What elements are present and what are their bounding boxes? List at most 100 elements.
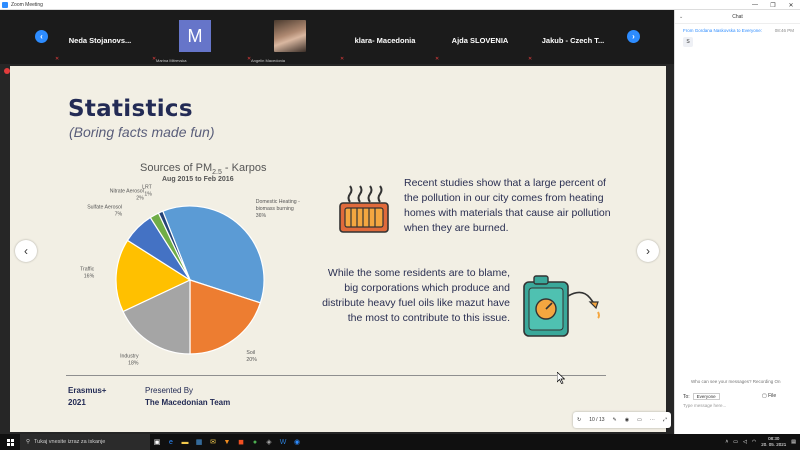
pie-slice-value: 20% <box>246 357 257 363</box>
maximize-button[interactable]: ❐ <box>764 0 782 10</box>
office-icon[interactable]: ◼ <box>234 434 248 450</box>
chat-visibility-note[interactable]: Who can see your messages? Recording On <box>691 379 781 384</box>
slide-subtitle: (Boring facts made fun) <box>69 124 215 140</box>
wifi-icon[interactable]: ◠ <box>752 439 756 445</box>
slide-paragraph-fuel: While the some residents are to blame, b… <box>322 267 510 324</box>
mic-muted-icon: ✕ <box>55 56 60 62</box>
chat-header: ⌄ Chat <box>675 10 800 24</box>
presentation-slide: Statistics (Boring facts made fun) Sourc… <box>10 66 671 432</box>
network-icon[interactable]: ▭ <box>733 439 738 445</box>
broadcast-icon[interactable]: ◉ <box>625 417 629 423</box>
strip-next-button[interactable]: › <box>627 30 640 43</box>
taskbar-clock[interactable]: 08:30 20. 05. 2021 <box>761 436 786 448</box>
shared-screen: Statistics (Boring facts made fun) Sourc… <box>0 64 674 434</box>
pie-slice-value: 16% <box>84 273 95 279</box>
slide-title: Statistics <box>68 96 193 122</box>
chat-message-time: 08:46 PM <box>774 28 794 33</box>
footer-presented-by: Presented By <box>145 386 194 395</box>
pie-slice-value: 2% <box>136 195 144 201</box>
file-icon: ▢ <box>762 393 767 399</box>
chat-message-body: S <box>683 37 693 47</box>
zoom-app-icon <box>2 1 8 8</box>
pie-slice-value: 18% <box>128 361 139 367</box>
chat-message-sender: From Gordana Naskovska to Everyone: <box>683 28 763 33</box>
pie-slice-value: 36% <box>256 213 267 219</box>
taskbar-search[interactable]: ⚲ Tukaj vnesite izraz za iskanje <box>20 434 150 450</box>
word-icon[interactable]: W <box>276 434 290 450</box>
pie-slice-value: 1% <box>144 191 152 197</box>
clock-date: 20. 05. 2021 <box>761 442 787 447</box>
mic-muted-icon: ✕ <box>435 56 440 62</box>
footer-team: The Macedonian Team <box>145 398 231 407</box>
chat-file-button[interactable]: ▢ File <box>762 393 776 399</box>
heater-icon <box>339 185 389 233</box>
more-icon[interactable]: ⋯ <box>650 417 655 423</box>
file-explorer-icon[interactable]: ▬ <box>178 434 192 450</box>
chat-to-label: To: <box>683 393 690 400</box>
slide-next-button[interactable]: › <box>637 240 659 262</box>
chrome-icon[interactable]: ● <box>248 434 262 450</box>
system-tray: ˄ ▭ ◁ ◠ 08:30 20. 05. 2021 ▤ <box>725 434 796 450</box>
chart-title-rest: - Karpos <box>221 162 267 174</box>
mouse-cursor-icon <box>557 372 565 384</box>
participant-tile[interactable]: Ajda SLOVENIA ✕ <box>435 16 525 64</box>
notifications-icon[interactable]: ▤ <box>791 439 796 445</box>
title-bar: Zoom Meeting — ❐ ✕ <box>0 0 800 10</box>
pie-slice-label: Nitrate Aerosol <box>110 188 144 194</box>
mic-muted-icon: ✕ <box>528 56 533 62</box>
chat-title: Chat <box>732 13 743 20</box>
strip-prev-button[interactable]: ‹ <box>35 30 48 43</box>
app-icon[interactable]: ◈ <box>262 434 276 450</box>
window-controls: — ❐ ✕ <box>746 0 800 10</box>
page-indicator: 10 / 13 <box>589 417 605 423</box>
windows-start-icon[interactable] <box>0 434 20 450</box>
slide-divider <box>66 375 606 376</box>
tray-chevron-icon[interactable]: ˄ <box>725 439 728 445</box>
file-label: File <box>768 393 777 399</box>
slideshow-controls: ↻ 10 / 13 ✎ ◉ ▭ ⋯ ⤢ <box>573 412 671 428</box>
pie-slice-label: biomass burning <box>256 206 294 212</box>
slide-prev-button[interactable]: ‹ <box>15 240 37 262</box>
participant-tile[interactable]: Neda Stojanovs... ✕ <box>55 16 145 64</box>
task-view-icon[interactable]: ▣ <box>150 434 164 450</box>
footer-erasmus: Erasmus+ <box>68 386 107 395</box>
vlc-icon[interactable]: ▼ <box>220 434 234 450</box>
chart-title: Sources of PM2.5 - Karpos <box>140 162 267 176</box>
chevron-down-icon[interactable]: ⌄ <box>679 14 683 20</box>
participant-tile[interactable]: Jakub - Czech T... ✕ <box>528 16 618 64</box>
participant-name: Neda Stojanovs... <box>68 35 132 45</box>
mic-muted-icon: ✕ <box>340 56 345 62</box>
subtitles-icon[interactable]: ▭ <box>637 417 642 423</box>
participant-name: Ajda SLOVENIA <box>451 35 509 45</box>
replay-icon[interactable]: ↻ <box>577 417 581 423</box>
chat-input[interactable]: Type message here... <box>683 403 726 408</box>
participant-tile[interactable]: ✕ Angelin Macedonia <box>245 16 335 64</box>
fuel-can-icon <box>523 275 600 337</box>
participant-tile[interactable]: M ✕ Marina Mitrevska <box>150 16 240 64</box>
pie-slice-label: Traffic <box>80 266 95 272</box>
pen-icon[interactable]: ✎ <box>613 417 617 423</box>
mail-icon[interactable]: ✉ <box>206 434 220 450</box>
pie-slice-label: Sulfate Aerosol <box>87 205 122 211</box>
windows-taskbar: ⚲ Tukaj vnesite izraz za iskanje ▣ e ▬ ▦… <box>0 434 800 450</box>
participant-tile[interactable]: klara- Macedonia ✕ <box>340 16 430 64</box>
chart-subtitle: Aug 2015 to Feb 2016 <box>162 176 234 183</box>
participant-name: Marina Mitrevska <box>156 58 187 63</box>
edge-icon[interactable]: e <box>164 434 178 450</box>
participant-name: klara- Macedonia <box>354 35 416 45</box>
expand-icon[interactable]: ⤢ <box>663 417 667 423</box>
close-button[interactable]: ✕ <box>782 0 800 10</box>
pie-slice-label: Industry <box>120 354 139 360</box>
minimize-button[interactable]: — <box>746 0 764 10</box>
taskbar-search-placeholder: Tukaj vnesite izraz za iskanje <box>34 439 106 445</box>
chat-recipient-select[interactable]: Everyone <box>692 393 720 400</box>
chart-title-main: Sources of PM <box>140 162 213 174</box>
participant-name: Jakub - Czech T... <box>541 35 605 45</box>
zoom-taskbar-icon[interactable]: ◉ <box>290 434 304 450</box>
volume-icon[interactable]: ◁ <box>743 439 747 445</box>
window-title: Zoom Meeting <box>11 1 43 8</box>
footer-year: 2021 <box>68 398 86 407</box>
pie-slice-label: Soil <box>246 350 255 356</box>
pie-slice-label: LRT <box>142 184 153 190</box>
store-icon[interactable]: ▦ <box>192 434 206 450</box>
